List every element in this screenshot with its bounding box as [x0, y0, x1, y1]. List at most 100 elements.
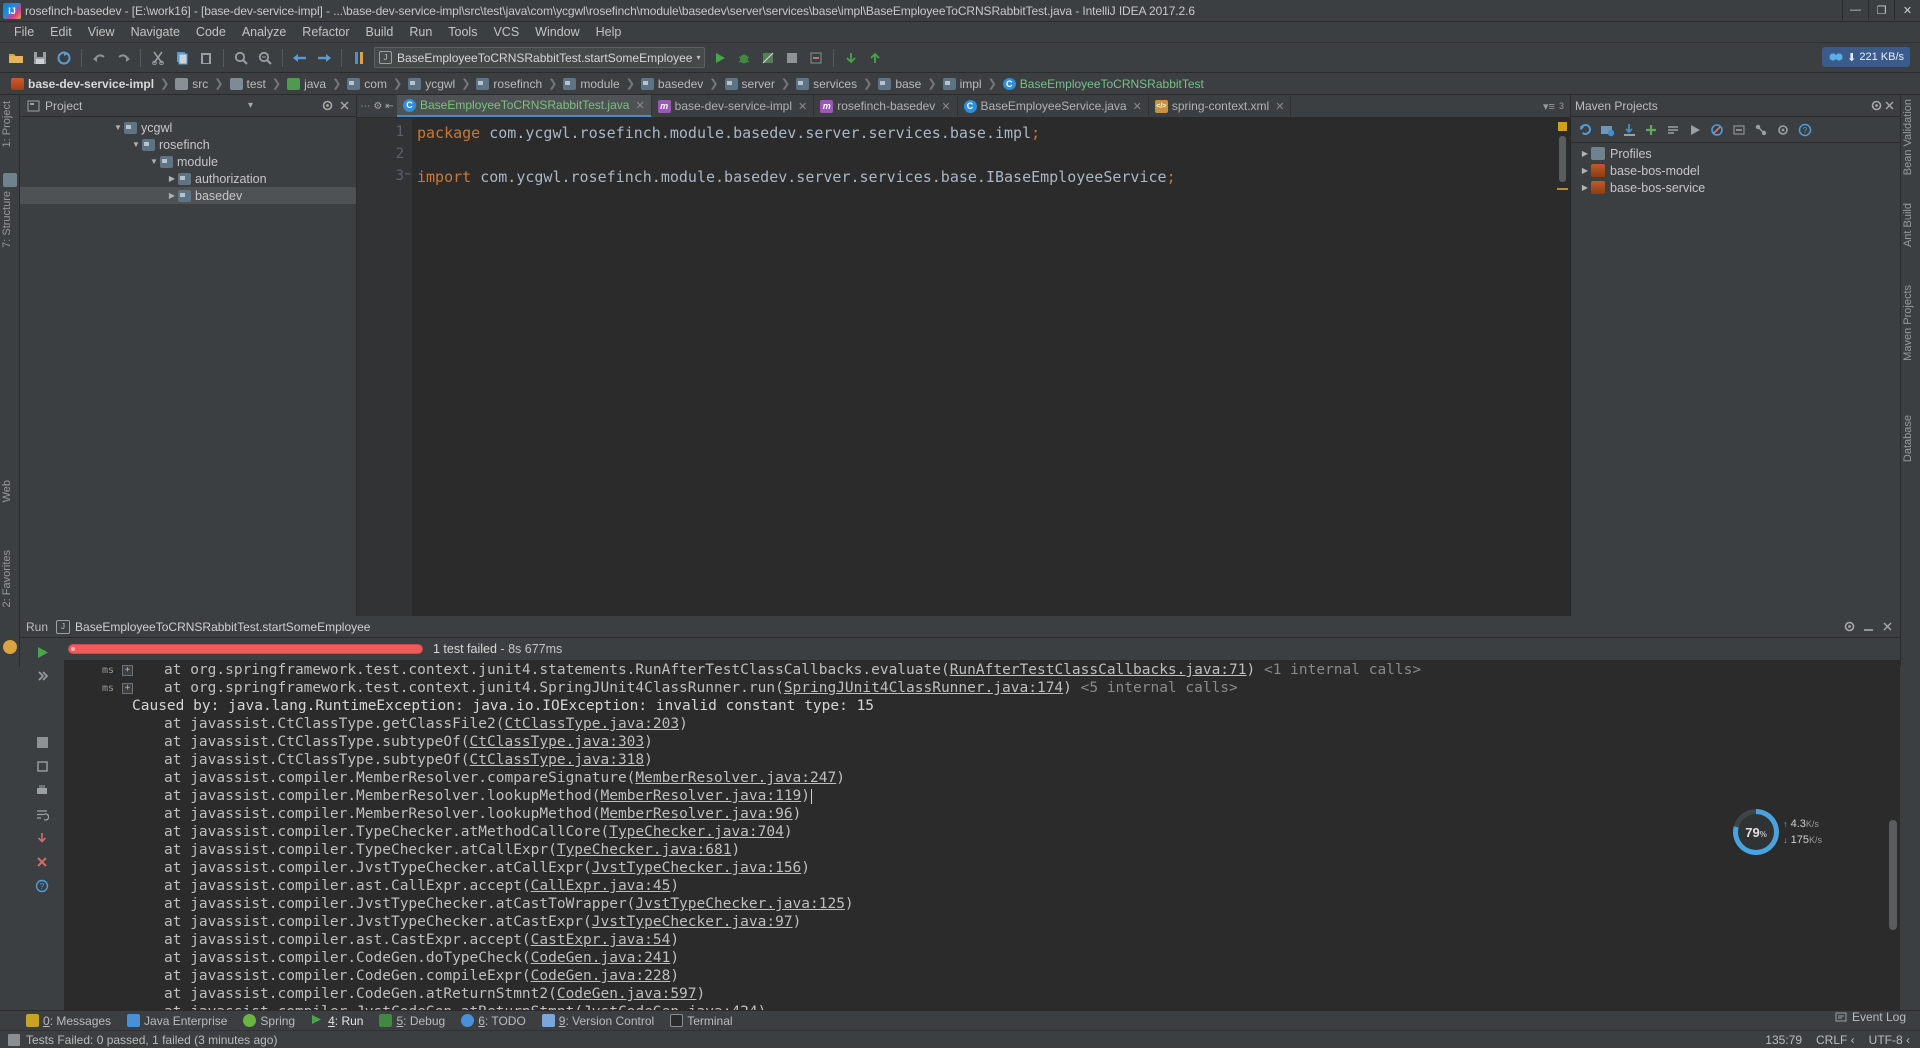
editor-scrollbar[interactable] [1556, 118, 1568, 667]
compile-icon[interactable] [348, 47, 370, 69]
run-maven-goal-icon[interactable] [1685, 120, 1705, 140]
execute-goal-icon[interactable] [1729, 120, 1749, 140]
tool-button-terminal[interactable]: Terminal [670, 1014, 733, 1028]
menu-run[interactable]: Run [401, 23, 440, 41]
stack-trace-link[interactable]: MemberResolver.java:119 [601, 788, 802, 804]
run-with-coverage-button[interactable] [757, 47, 779, 69]
tree-item-rosefinch[interactable]: ▼ rosefinch [20, 136, 356, 153]
expand-arrow-icon[interactable]: ▼ [148, 157, 160, 166]
stack-trace-cause-line[interactable]: Caused by: java.lang.RuntimeException: j… [64, 698, 1900, 716]
save-all-icon[interactable] [29, 47, 51, 69]
maven-tree-item-profiles[interactable]: ▶ Profiles [1571, 145, 1900, 162]
tool-button-database[interactable]: Database [1902, 415, 1914, 462]
tool-button-debug[interactable]: 5: Debug [379, 1014, 445, 1028]
tree-item-ycgwl[interactable]: ▼ ycgwl [20, 119, 356, 136]
console-scrollbar[interactable] [1888, 670, 1898, 1004]
forward-icon[interactable] [313, 47, 335, 69]
stack-trace-link[interactable]: RunAfterTestClassCallbacks.java:71 [950, 662, 1247, 678]
collapse-arrow-icon[interactable]: ▶ [166, 174, 178, 183]
maven-tree-item-base-bos-service[interactable]: ▶ base-bos-service [1571, 179, 1900, 196]
line-separator[interactable]: CRLF ‹ [1816, 1033, 1855, 1047]
stack-trace-line[interactable]: at javassist.compiler.ast.CastExpr.accep… [64, 932, 1900, 950]
collapse-arrow-icon[interactable]: ▶ [1579, 183, 1591, 192]
hide-panel-icon[interactable] [1881, 620, 1894, 633]
settings-gear-icon[interactable] [1773, 120, 1793, 140]
menu-build[interactable]: Build [358, 23, 402, 41]
rerun-button[interactable] [32, 642, 52, 662]
stack-trace-line[interactable]: at javassist.CtClassType.subtypeOf(CtCla… [64, 734, 1900, 752]
menu-code[interactable]: Code [188, 23, 234, 41]
scrollbar-thumb[interactable] [1889, 820, 1897, 930]
stack-trace-link[interactable]: SpringJUnit4ClassRunner.java:174 [784, 680, 1063, 696]
settings-gear-icon[interactable] [320, 98, 335, 113]
stack-trace-collapsed-frames[interactable]: <5 internal calls> [1072, 680, 1238, 696]
close-icon[interactable]: ✕ [635, 99, 644, 112]
sync-icon[interactable] [53, 47, 75, 69]
close-icon[interactable]: ✕ [941, 100, 950, 113]
breadcrumb-server[interactable]: server [720, 76, 780, 92]
chevron-down-icon[interactable]: ▾ [243, 98, 258, 113]
collapse-icon[interactable] [1663, 120, 1683, 140]
tree-item-authorization[interactable]: ▶ authorization [20, 170, 356, 187]
fold-marker-icon[interactable]: ─ [405, 170, 413, 180]
back-icon[interactable] [289, 47, 311, 69]
breadcrumb-java[interactable]: java [282, 76, 331, 92]
breadcrumb-com[interactable]: com [342, 76, 392, 92]
stack-trace-line[interactable]: at javassist.compiler.JvstTypeChecker.at… [64, 914, 1900, 932]
structure-icon[interactable] [3, 173, 17, 187]
redo-icon[interactable] [112, 47, 134, 69]
print-icon[interactable] [32, 780, 52, 800]
tree-item-module[interactable]: ▼ module [20, 153, 356, 170]
tool-button-ant-build[interactable]: Ant Build [1902, 203, 1914, 247]
stack-trace-link[interactable]: CodeGen.java:241 [531, 950, 671, 966]
maven-tree[interactable]: ▶ Profiles ▶ base-bos-model ▶ base-bos-s… [1571, 143, 1900, 667]
tool-button-spring[interactable]: Spring [243, 1014, 295, 1028]
run-config-name[interactable]: BaseEmployeeToCRNSRabbitTest.startSomeEm… [75, 620, 370, 634]
collapse-arrow-icon[interactable]: ▶ [166, 191, 178, 200]
file-encoding[interactable]: UTF-8 ‹ [1869, 1033, 1910, 1047]
copy-icon[interactable] [171, 47, 193, 69]
run-configuration-selector[interactable]: J BaseEmployeeToCRNSRabbitTest.startSome… [374, 47, 706, 68]
stack-trace-link[interactable]: CtClassType.java:303 [470, 734, 645, 750]
collapse-arrow-icon[interactable]: ▶ [1579, 149, 1591, 158]
menu-refactor[interactable]: Refactor [294, 23, 357, 41]
code-editor[interactable]: 1 2 3 ─ package com.ycgwl.rosefinch.modu… [357, 118, 1570, 667]
stack-trace-line[interactable]: at javassist.compiler.JvstTypeChecker.at… [64, 896, 1900, 914]
menu-file[interactable]: File [6, 23, 42, 41]
expand-frames-icon[interactable]: + [122, 683, 133, 694]
stack-trace-line[interactable]: at javassist.CtClassType.getClassFile2(C… [64, 716, 1900, 734]
scrollbar-thumb[interactable] [1559, 136, 1566, 182]
menu-window[interactable]: Window [527, 23, 587, 41]
editor-tab-baseemployeetocrnsrabbittest[interactable]: C BaseEmployeeToCRNSRabbitTest.java ✕ [397, 95, 652, 117]
network-speed-badge[interactable]: ⬇ 221 KB/s [1822, 47, 1910, 67]
stack-trace-line[interactable]: at javassist.compiler.MemberResolver.loo… [64, 788, 1900, 806]
stack-trace-line[interactable]: at javassist.compiler.CodeGen.atReturnSt… [64, 986, 1900, 1004]
warning-marker-icon[interactable] [1558, 122, 1567, 131]
soft-wrap-icon[interactable] [32, 804, 52, 824]
breadcrumb-basedev[interactable]: basedev [636, 76, 708, 92]
tool-button-bean-validation[interactable]: Bean Validation [1902, 99, 1914, 175]
toggle-test-button[interactable] [805, 47, 827, 69]
event-log-button[interactable]: Event Log [1835, 1010, 1906, 1024]
refresh-icon[interactable] [1575, 120, 1595, 140]
stack-trace-link[interactable]: JvstTypeChecker.java:97 [592, 914, 793, 930]
tool-button-run[interactable]: 4: Run [311, 1014, 363, 1028]
close-run-icon[interactable] [32, 852, 52, 872]
breadcrumb-module-pkg[interactable]: module [558, 76, 624, 92]
stack-trace-link[interactable]: TypeChecker.java:704 [609, 824, 784, 840]
tool-button-favorites[interactable]: 2: Favorites [1, 550, 13, 607]
breadcrumb-rosefinch[interactable]: rosefinch [471, 76, 547, 92]
stack-trace[interactable]: + ms at org.springframework.test.context.j… [64, 660, 1900, 1010]
menu-vcs[interactable]: VCS [485, 23, 527, 41]
settings-gear-icon[interactable] [1843, 620, 1856, 633]
tool-button-todo[interactable]: 6: TODO [461, 1014, 526, 1028]
editor-tab-overflow[interactable]: ▾≡ 3 [1543, 95, 1570, 117]
stack-trace-link[interactable]: JvstTypeChecker.java:125 [635, 896, 845, 912]
scroll-to-end-icon[interactable] [32, 828, 52, 848]
collapse-all-icon[interactable]: ⇤ [385, 101, 393, 112]
run-button[interactable] [709, 47, 731, 69]
breadcrumb-src[interactable]: src [170, 76, 213, 92]
stack-trace-link[interactable]: CtClassType.java:203 [504, 716, 679, 732]
download-sources-icon[interactable] [1619, 120, 1639, 140]
stack-trace-line[interactable]: at javassist.compiler.ast.CallExpr.accep… [64, 878, 1900, 896]
